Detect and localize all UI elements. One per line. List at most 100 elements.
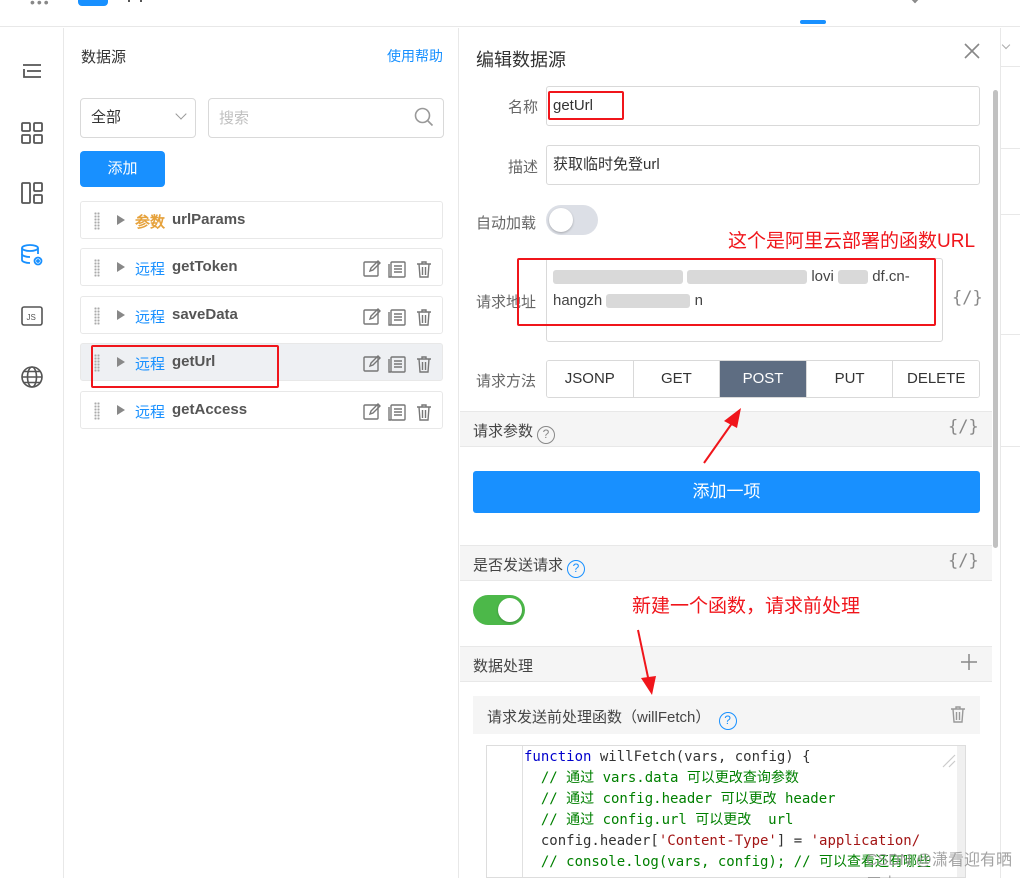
layout-icon[interactable] [18,179,46,207]
components-grid-icon[interactable] [18,119,46,147]
scrollbar[interactable] [993,90,998,548]
filter-select-value: 全部 [91,109,122,126]
method-post[interactable]: POST [719,361,806,397]
method-jsonp[interactable]: JSONP [547,361,633,397]
active-tab-indicator [800,20,826,24]
code-line: function willFetch(vars, config) { [524,749,811,765]
js-icon[interactable]: JS [18,302,46,330]
description-field[interactable]: 获取临时免登url [546,145,980,185]
chevron-down-icon[interactable] [910,0,920,4]
datasource-item[interactable]: 远程 saveData [80,296,443,334]
help-icon[interactable]: ? [567,560,586,578]
datasource-type: 远程 [135,309,166,326]
copy-icon[interactable] [388,259,408,279]
delete-icon[interactable] [948,704,968,724]
editor-title: 编辑数据源 [476,50,566,70]
item-actions [362,354,434,374]
copy-icon[interactable] [388,307,408,327]
search-input[interactable] [208,98,444,138]
code-line: // 通过 config.url 可以更改 url [524,812,794,828]
drag-handle-icon[interactable] [94,307,100,325]
right-panel-edge [1000,28,1020,878]
params-label: 请求参数? [473,420,556,444]
expand-arrow-icon[interactable] [117,310,125,320]
datasource-item[interactable]: 远程 getToken [80,248,443,286]
desc-label: 描述 [508,159,539,176]
expand-arrow-icon[interactable] [117,405,125,415]
datasource-item[interactable]: 参数 urlParams [80,201,443,239]
drag-handle-icon[interactable] [94,402,100,420]
top-bar: ••• [0,0,1020,27]
method-selector: JSONP GET POST PUT DELETE [546,360,980,398]
annotation-function-note: 新建一个函数，请求前处理 [632,596,861,617]
expand-arrow-icon[interactable] [117,262,125,272]
divider [1001,334,1020,335]
expand-arrow-icon[interactable] [117,215,125,225]
delete-icon[interactable] [414,259,434,279]
autoload-toggle[interactable] [546,205,598,235]
expression-icon[interactable]: {/} [948,417,979,437]
add-icon[interactable] [960,653,978,671]
item-actions [362,259,434,279]
add-param-button[interactable]: 添加一项 [473,471,980,513]
app-root: ••• JS 数据源 使用帮助 全部 搜索 添加 参数 urlParams 远程… [0,0,1020,878]
copy-icon[interactable] [388,402,408,422]
datasource-type: 参数 [135,214,166,231]
edit-icon[interactable] [362,354,382,374]
close-icon[interactable] [963,42,981,60]
datasource-name: urlParams [172,211,246,228]
datasource-name: getToken [172,258,238,275]
drag-handle-icon[interactable] [94,212,100,230]
delete-icon[interactable] [414,354,434,374]
expression-icon[interactable]: {/} [948,551,979,571]
app-menu-icon[interactable]: ••• [30,0,51,10]
method-delete[interactable]: DELETE [892,361,979,397]
top-bar-icon [128,0,142,2]
item-actions [362,307,434,327]
send-label: 是否发送请求? [473,554,586,578]
datasource-name: saveData [172,306,238,323]
edit-icon[interactable] [362,259,382,279]
help-icon[interactable]: ? [537,426,556,444]
panel-title: 数据源 [81,49,127,66]
drag-handle-icon[interactable] [94,259,100,277]
annotation-url-note: 这个是阿里云部署的函数URL [728,231,976,252]
send-request-toggle[interactable] [473,595,525,625]
divider [1001,148,1020,149]
divider [1001,446,1020,447]
edit-icon[interactable] [362,307,382,327]
method-get[interactable]: GET [632,361,720,397]
search-icon[interactable] [413,106,435,128]
outline-tree-icon[interactable] [18,58,46,86]
data-processing-label: 数据处理 [473,658,534,675]
highlight-box-url [517,258,936,326]
delete-icon[interactable] [414,307,434,327]
app-logo [78,0,108,6]
chevron-down-icon[interactable] [1001,40,1011,50]
datasource-type: 远程 [135,261,166,278]
watermark: CSDN @潇看迎有晒三少 [866,852,1013,878]
help-link[interactable]: 使用帮助 [387,46,443,66]
help-icon[interactable]: ? [718,712,737,730]
datasource-item[interactable]: 远程 getAccess [80,391,443,429]
datasource-icon[interactable] [18,241,46,269]
datasource-panel: 数据源 使用帮助 全部 添加 参数 urlParams 远程 getToken [65,28,459,878]
code-gutter [487,746,523,877]
edit-icon[interactable] [362,402,382,422]
will-fetch-label: 请求发送前处理函数（willFetch） ? [487,706,737,730]
send-section-header: 是否发送请求? {/} [460,545,992,581]
filter-select[interactable]: 全部 [80,98,196,138]
copy-icon[interactable] [388,354,408,374]
globe-icon[interactable] [18,363,46,391]
code-line: // 通过 config.header 可以更改 header [524,791,836,807]
resize-icon[interactable] [942,754,956,768]
datasource-name: getAccess [172,401,248,418]
add-datasource-button[interactable]: 添加 [80,151,165,187]
will-fetch-header: 请求发送前处理函数（willFetch） ? [473,696,980,734]
method-put[interactable]: PUT [805,361,893,397]
item-actions [362,402,434,422]
data-processing-header: 数据处理 [460,646,992,682]
delete-icon[interactable] [414,402,434,422]
chevron-down-icon [175,108,187,120]
expression-icon[interactable]: {/} [952,288,983,308]
